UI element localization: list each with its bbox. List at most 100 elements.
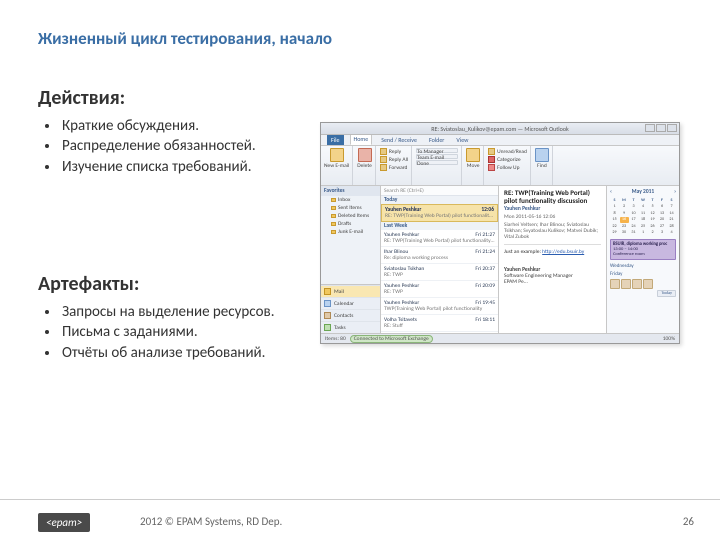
calendar-dow: T — [629, 197, 638, 203]
calendar-day[interactable]: 6 — [658, 204, 667, 210]
calendar-day[interactable]: 2 — [648, 230, 657, 236]
window-controls[interactable] — [645, 124, 677, 132]
calendar-day[interactable]: 3 — [658, 230, 667, 236]
calendar-day[interactable]: 3 — [629, 204, 638, 210]
actions-heading: Действия: — [38, 86, 125, 110]
tab-file[interactable]: File — [327, 135, 344, 145]
calendar-day[interactable]: 4 — [639, 204, 648, 210]
message-item[interactable]: Yauhen PeshkurFri 20:09RE: TWP — [381, 281, 498, 298]
follow-up-button[interactable]: Follow Up — [488, 164, 527, 171]
next-month-icon[interactable]: › — [674, 189, 676, 195]
calendar-day[interactable]: 1 — [610, 204, 619, 210]
tab-send-receive[interactable]: Send / Receive — [378, 135, 420, 145]
calendar-day[interactable]: 16 — [620, 217, 629, 223]
today-button[interactable]: Today — [657, 290, 676, 297]
nav-folder-deleted[interactable]: Deleted Items — [321, 212, 380, 220]
reply-button[interactable]: Reply — [380, 148, 408, 155]
calendar-day[interactable]: 10 — [629, 210, 638, 216]
list-item: Письма с заданиями. — [60, 322, 288, 342]
delete-button[interactable]: Delete — [357, 148, 372, 169]
new-email-button[interactable]: New E-mail — [324, 148, 349, 169]
minimize-icon[interactable] — [645, 124, 655, 132]
prev-month-icon[interactable]: ‹ — [610, 189, 612, 195]
calendar-day[interactable]: 7 — [667, 204, 676, 210]
nav-favorites-header[interactable]: Favorites — [321, 186, 380, 196]
nav-contacts-button[interactable]: Contacts — [321, 309, 380, 321]
calendar-day[interactable]: 23 — [620, 223, 629, 229]
avatar — [610, 279, 620, 289]
message-item[interactable]: Yauhen PeshkurFri 19:45TWP(Training Web … — [381, 298, 498, 315]
calendar-day[interactable]: 30 — [620, 230, 629, 236]
maximize-icon[interactable] — [656, 124, 666, 132]
calendar-day[interactable]: 8 — [610, 210, 619, 216]
calendar-day[interactable]: 21 — [667, 217, 676, 223]
calendar-day[interactable]: 20 — [658, 217, 667, 223]
nav-folder-sent[interactable]: Sent Items — [321, 204, 380, 212]
calendar-grid[interactable]: SMTWTFS123456789101112131415161718192021… — [610, 197, 676, 236]
calendar-day[interactable]: 1 — [639, 230, 648, 236]
day-label: Friday — [610, 271, 676, 277]
calendar-day[interactable]: 19 — [648, 217, 657, 223]
calendar-day[interactable]: 25 — [639, 223, 648, 229]
calendar-day[interactable]: 4 — [667, 230, 676, 236]
people-pane — [610, 279, 676, 289]
nav-folder-inbox[interactable]: Inbox — [321, 196, 380, 204]
ribbon-group-tags: Unread/Read Categorize Follow Up — [485, 146, 531, 185]
calendar-dow: F — [658, 197, 667, 203]
calendar-day[interactable]: 26 — [648, 223, 657, 229]
calendar-day[interactable]: 22 — [610, 223, 619, 229]
nav-tasks-button[interactable]: Tasks — [321, 321, 380, 333]
calendar-day[interactable]: 12 — [648, 210, 657, 216]
move-button[interactable]: Move — [466, 148, 480, 169]
calendar-day[interactable]: 2 — [620, 204, 629, 210]
ribbon-tabs[interactable]: File Home Send / Receive Folder View — [321, 135, 679, 146]
reading-signature: Yauhen Peshkur Software Engineering Mana… — [504, 267, 601, 285]
calendar-day[interactable]: 5 — [648, 204, 657, 210]
reading-body: Just an example: http://edu.bsuir.by — [504, 249, 601, 256]
quickstep[interactable]: Done — [416, 160, 458, 165]
calendar-day[interactable]: 29 — [610, 230, 619, 236]
message-item[interactable]: Ihar BlinouFri 21:24Re: diploma working … — [381, 247, 498, 264]
tab-folder[interactable]: Folder — [426, 135, 447, 145]
categorize-button[interactable]: Categorize — [488, 156, 527, 163]
close-icon[interactable] — [667, 124, 677, 132]
list-group-header[interactable]: Last Week — [381, 222, 498, 230]
message-item[interactable]: Yauhen Peshkur12:06RE: TWP(Training Web … — [381, 204, 498, 222]
status-connected: Connected to Microsoft Exchange — [350, 335, 433, 343]
calendar-day[interactable]: 15 — [610, 217, 619, 223]
calendar-day[interactable]: 11 — [639, 210, 648, 216]
calendar-day[interactable]: 14 — [667, 210, 676, 216]
quickstep[interactable]: Team E-mail — [416, 154, 458, 159]
calendar-day[interactable]: 18 — [639, 217, 648, 223]
ribbon-group-find: Find — [532, 146, 553, 185]
quickstep[interactable]: To Manager — [416, 148, 458, 153]
search-input[interactable]: Search RE (Ctrl+E) — [381, 186, 498, 196]
calendar-day[interactable]: 28 — [667, 223, 676, 229]
find-button[interactable]: Find — [535, 148, 549, 169]
reading-to: Siarhei Veltsen; Ihar Blinou; Sviatoslau… — [504, 222, 601, 240]
message-item[interactable]: Volha TsitavetsFri 18:11RE: Stuff — [381, 315, 498, 332]
appointment[interactable]: BSUIR, diploma working proc 13:00 – 14:0… — [610, 239, 676, 260]
list-item: Отчёты об анализе требований. — [60, 343, 288, 363]
unread-read-button[interactable]: Unread/Read — [488, 148, 527, 155]
forward-button[interactable]: Forward — [380, 164, 408, 171]
calendar-day[interactable]: 24 — [629, 223, 638, 229]
todo-bar: ‹ May 2011 › SMTWTFS12345678910111213141… — [607, 186, 679, 333]
calendar-day[interactable]: 9 — [620, 210, 629, 216]
calendar-day[interactable]: 17 — [629, 217, 638, 223]
nav-mail-button[interactable]: Mail — [321, 285, 380, 297]
message-item[interactable]: Sviatoslau TsikhanFri 20:37RE: TWP — [381, 264, 498, 281]
message-item[interactable]: Yauhen PeshkurFri 21:27RE: TWP(Training … — [381, 230, 498, 247]
window-titlebar: RE: Sviatoslau_Kulikov@epam.com — Micros… — [321, 123, 679, 135]
nav-folder-junk[interactable]: Junk E-mail — [321, 228, 380, 236]
list-group-header[interactable]: Today — [381, 196, 498, 204]
nav-folder-drafts[interactable]: Drafts — [321, 220, 380, 228]
reading-link[interactable]: http://edu.bsuir.by — [542, 249, 584, 255]
nav-calendar-button[interactable]: Calendar — [321, 297, 380, 309]
tab-view[interactable]: View — [453, 135, 471, 145]
message-list: Search RE (Ctrl+E) TodayYauhen Peshkur12… — [381, 186, 499, 333]
reply-all-button[interactable]: Reply All — [380, 156, 408, 163]
calendar-day[interactable]: 27 — [658, 223, 667, 229]
calendar-day[interactable]: 31 — [629, 230, 638, 236]
calendar-day[interactable]: 13 — [658, 210, 667, 216]
